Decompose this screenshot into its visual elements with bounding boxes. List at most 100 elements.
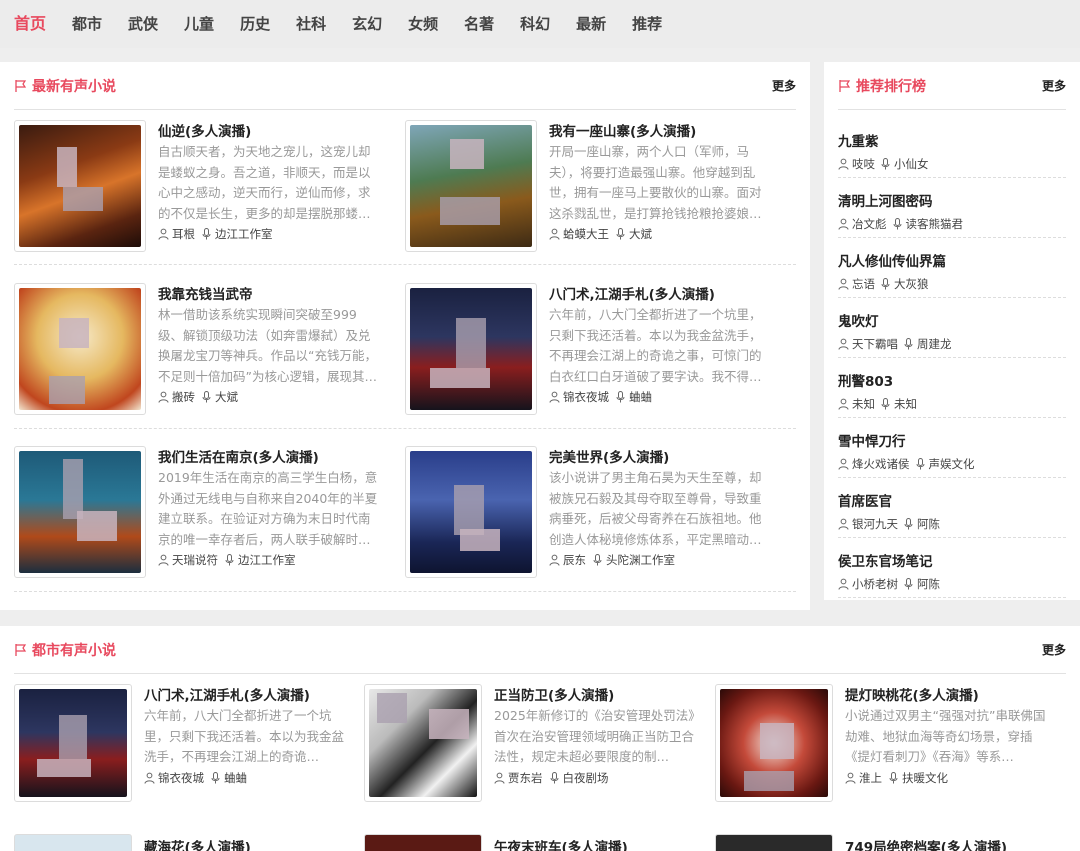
book-title[interactable]: 午夜末班车(多人演播) — [494, 836, 628, 851]
book-title[interactable]: 我有一座山寨(多人演播) — [549, 120, 696, 140]
ranking-more-link[interactable]: 更多 — [1042, 77, 1066, 94]
rank-item[interactable]: 凡人修仙传仙界篇 忘语 大灰狼 — [838, 238, 1066, 298]
book-card[interactable]: 749局绝密档案(多人演播) — [715, 834, 1067, 851]
rank-title[interactable]: 九重紫 — [838, 130, 879, 150]
book-title[interactable]: 完美世界(多人演播) — [549, 446, 669, 466]
rank-narrator[interactable]: 大灰狼 — [894, 276, 929, 292]
book-author[interactable]: 锦衣夜城 — [158, 770, 204, 786]
rank-title[interactable]: 凡人修仙传仙界篇 — [838, 250, 946, 270]
rank-narrator[interactable]: 小仙女 — [894, 156, 929, 172]
book-cover[interactable] — [715, 834, 833, 851]
book-card[interactable]: 我们生活在南京(多人演播) 2019年生活在南京的高三学生白杨，意外通过无线电与… — [14, 446, 394, 578]
book-card[interactable]: 仙逆(多人演播) 自古顺天者，为天地之宠儿，这宠儿却是蝼蚁之身。吾之道，非顺天，… — [14, 120, 394, 252]
rank-title[interactable]: 刑警803 — [838, 370, 893, 390]
book-title[interactable]: 八门术,江湖手札(多人演播) — [549, 283, 715, 303]
book-narrator[interactable]: 边江工作室 — [238, 552, 296, 568]
rank-item[interactable]: 刑警803 未知 未知 — [838, 358, 1066, 418]
book-cover[interactable] — [14, 834, 132, 851]
rank-item[interactable]: 雪中悍刀行 烽火戏诸侯 声娱文化 — [838, 418, 1066, 478]
book-cover[interactable] — [364, 684, 482, 802]
book-card[interactable]: 八门术,江湖手札(多人演播) 六年前，八大门全都折进了一个坑里，只剩下我还活着。… — [14, 684, 354, 816]
rank-author[interactable]: 冶文彪 — [852, 216, 887, 232]
book-author[interactable]: 天瑞说符 — [172, 552, 218, 568]
book-author[interactable]: 淮上 — [859, 770, 882, 786]
book-card[interactable]: 我靠充钱当武帝 林一借助该系统实现瞬间突破至999级、解锁顶级功法（如奔雷爆弑）… — [14, 283, 394, 415]
nav-wuxia[interactable]: 武侠 — [128, 0, 158, 48]
nav-scifi[interactable]: 科幻 — [520, 0, 550, 48]
nav-urban[interactable]: 都市 — [72, 0, 102, 48]
book-card[interactable]: 提灯映桃花(多人演播) 小说通过双男主“强强对抗”串联佛国劫难、地狱血海等奇幻场… — [715, 684, 1067, 816]
rank-author[interactable]: 银河九天 — [852, 516, 898, 532]
book-title[interactable]: 八门术,江湖手札(多人演播) — [144, 684, 310, 704]
book-title[interactable]: 提灯映桃花(多人演播) — [845, 684, 979, 704]
rank-narrator[interactable]: 阿陈 — [917, 576, 940, 592]
rank-title[interactable]: 侯卫东官场笔记 — [838, 550, 933, 570]
rank-item[interactable]: 鬼吹灯 天下霸唱 周建龙 — [838, 298, 1066, 358]
rank-author[interactable]: 小桥老树 — [852, 576, 898, 592]
book-author[interactable]: 锦衣夜城 — [563, 389, 609, 405]
book-title[interactable]: 藏海花(多人演播) — [144, 836, 251, 851]
nav-children[interactable]: 儿童 — [184, 0, 214, 48]
rank-author[interactable]: 吱吱 — [852, 156, 875, 172]
book-author[interactable]: 辰东 — [563, 552, 586, 568]
rank-item[interactable]: 清明上河图密码 冶文彪 读客熊猫君 — [838, 178, 1066, 238]
book-title[interactable]: 正当防卫(多人演播) — [494, 684, 614, 704]
rank-narrator[interactable]: 阿陈 — [917, 516, 940, 532]
book-cover[interactable] — [14, 684, 132, 802]
book-narrator[interactable]: 大斌 — [215, 389, 238, 405]
rank-title[interactable]: 鬼吹灯 — [838, 310, 879, 330]
book-narrator[interactable]: 蛐蛐 — [224, 770, 247, 786]
book-narrator[interactable]: 头陀渊工作室 — [606, 552, 675, 568]
book-narrator[interactable]: 蛐蛐 — [629, 389, 652, 405]
book-author[interactable]: 贾东岩 — [508, 770, 543, 786]
nav-female[interactable]: 女频 — [408, 0, 438, 48]
rank-title[interactable]: 清明上河图密码 — [838, 190, 933, 210]
book-cover[interactable] — [14, 283, 146, 415]
rank-item[interactable]: 首席医官 银河九天 阿陈 — [838, 478, 1066, 538]
book-narrator[interactable]: 白夜剧场 — [563, 770, 609, 786]
book-author[interactable]: 耳根 — [172, 226, 195, 242]
rank-author[interactable]: 天下霸唱 — [852, 336, 898, 352]
rank-item[interactable]: 侯卫东官场笔记 小桥老树 阿陈 — [838, 538, 1066, 598]
nav-home[interactable]: 首页 — [14, 0, 46, 48]
book-title[interactable]: 我们生活在南京(多人演播) — [158, 446, 319, 466]
book-title[interactable]: 749局绝密档案(多人演播) — [845, 836, 1007, 851]
book-author[interactable]: 蛤蟆大王 — [563, 226, 609, 242]
book-card[interactable]: 八门术,江湖手札(多人演播) 六年前，八大门全都折进了一个坑里，只剩下我还活着。… — [405, 283, 785, 415]
book-cover[interactable] — [14, 120, 146, 252]
book-card[interactable]: 完美世界(多人演播) 该小说讲了男主角石昊为天生至尊，却被族兄石毅及其母夺取至尊… — [405, 446, 785, 578]
rank-author[interactable]: 未知 — [852, 396, 875, 412]
nav-recommend[interactable]: 推荐 — [632, 0, 662, 48]
rank-title[interactable]: 雪中悍刀行 — [838, 430, 906, 450]
rank-author[interactable]: 烽火戏诸侯 — [852, 456, 910, 472]
book-card[interactable]: 正当防卫(多人演播) 2025年新修订的《治安管理处罚法》首次在治安管理领域明确… — [364, 684, 704, 816]
book-cover[interactable] — [364, 834, 482, 851]
book-card[interactable]: 午夜末班车(多人演播) — [364, 834, 704, 851]
nav-history[interactable]: 历史 — [240, 0, 270, 48]
nav-latest[interactable]: 最新 — [576, 0, 606, 48]
rank-narrator[interactable]: 未知 — [894, 396, 917, 412]
book-cover[interactable] — [405, 446, 537, 578]
book-title[interactable]: 我靠充钱当武帝 — [158, 283, 253, 303]
rank-narrator[interactable]: 周建龙 — [917, 336, 952, 352]
book-title[interactable]: 仙逆(多人演播) — [158, 120, 251, 140]
rank-author[interactable]: 忘语 — [852, 276, 875, 292]
book-cover[interactable] — [405, 120, 537, 252]
nav-social[interactable]: 社科 — [296, 0, 326, 48]
nav-classics[interactable]: 名著 — [464, 0, 494, 48]
book-card[interactable]: 藏海花(多人演播) — [14, 834, 354, 851]
rank-narrator[interactable]: 读客熊猫君 — [906, 216, 964, 232]
rank-narrator[interactable]: 声娱文化 — [929, 456, 975, 472]
book-cover[interactable] — [715, 684, 833, 802]
latest-more-link[interactable]: 更多 — [772, 77, 796, 94]
book-narrator[interactable]: 边江工作室 — [215, 226, 273, 242]
book-narrator[interactable]: 扶暖文化 — [902, 770, 948, 786]
book-author[interactable]: 搬砖 — [172, 389, 195, 405]
urban-more-link[interactable]: 更多 — [1042, 641, 1066, 658]
rank-item[interactable]: 九重紫 吱吱 小仙女 — [838, 118, 1066, 178]
book-cover[interactable] — [405, 283, 537, 415]
book-narrator[interactable]: 大斌 — [629, 226, 652, 242]
book-card[interactable]: 我有一座山寨(多人演播) 开局一座山寨，两个人口（军师，马夫），将要打造最强山寨… — [405, 120, 785, 252]
book-cover[interactable] — [14, 446, 146, 578]
nav-fantasy[interactable]: 玄幻 — [352, 0, 382, 48]
